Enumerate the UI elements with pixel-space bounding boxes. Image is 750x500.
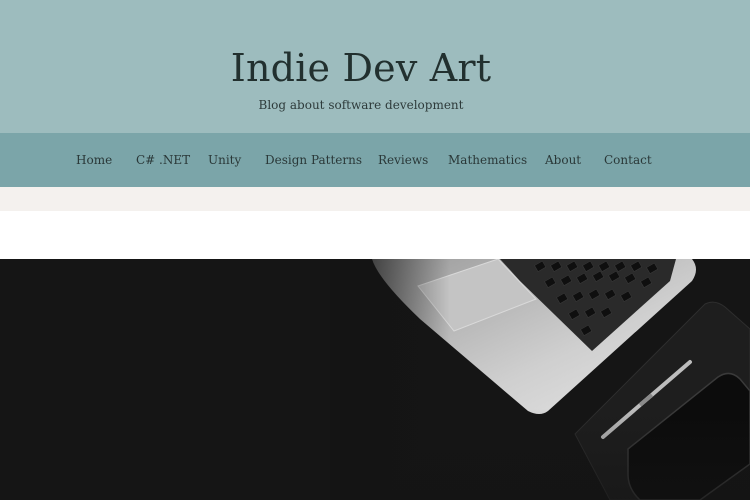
hero-image [0, 259, 750, 500]
content-spacer [0, 211, 750, 259]
nav-item-csharp-net[interactable]: C# .NET [136, 152, 190, 168]
nav-item-reviews[interactable]: Reviews [378, 152, 428, 168]
nav-item-about[interactable]: About [545, 152, 581, 168]
site-tagline: Blog about software development [258, 98, 464, 112]
site-header: Indie Dev Art Blog about software develo… [0, 0, 750, 133]
laptop-photo-illustration [0, 259, 750, 500]
main-navigation: Home C# .NET Unity Design Patterns Revie… [0, 133, 750, 187]
nav-item-mathematics[interactable]: Mathematics [448, 152, 527, 168]
site-title[interactable]: Indie Dev Art [0, 44, 722, 92]
nav-menu: Home C# .NET Unity Design Patterns Revie… [0, 133, 750, 187]
content-divider-band [0, 187, 750, 211]
nav-item-unity[interactable]: Unity [208, 152, 241, 168]
nav-item-contact[interactable]: Contact [604, 152, 652, 168]
nav-item-home[interactable]: Home [76, 152, 112, 168]
nav-item-design-patterns[interactable]: Design Patterns [265, 152, 362, 168]
